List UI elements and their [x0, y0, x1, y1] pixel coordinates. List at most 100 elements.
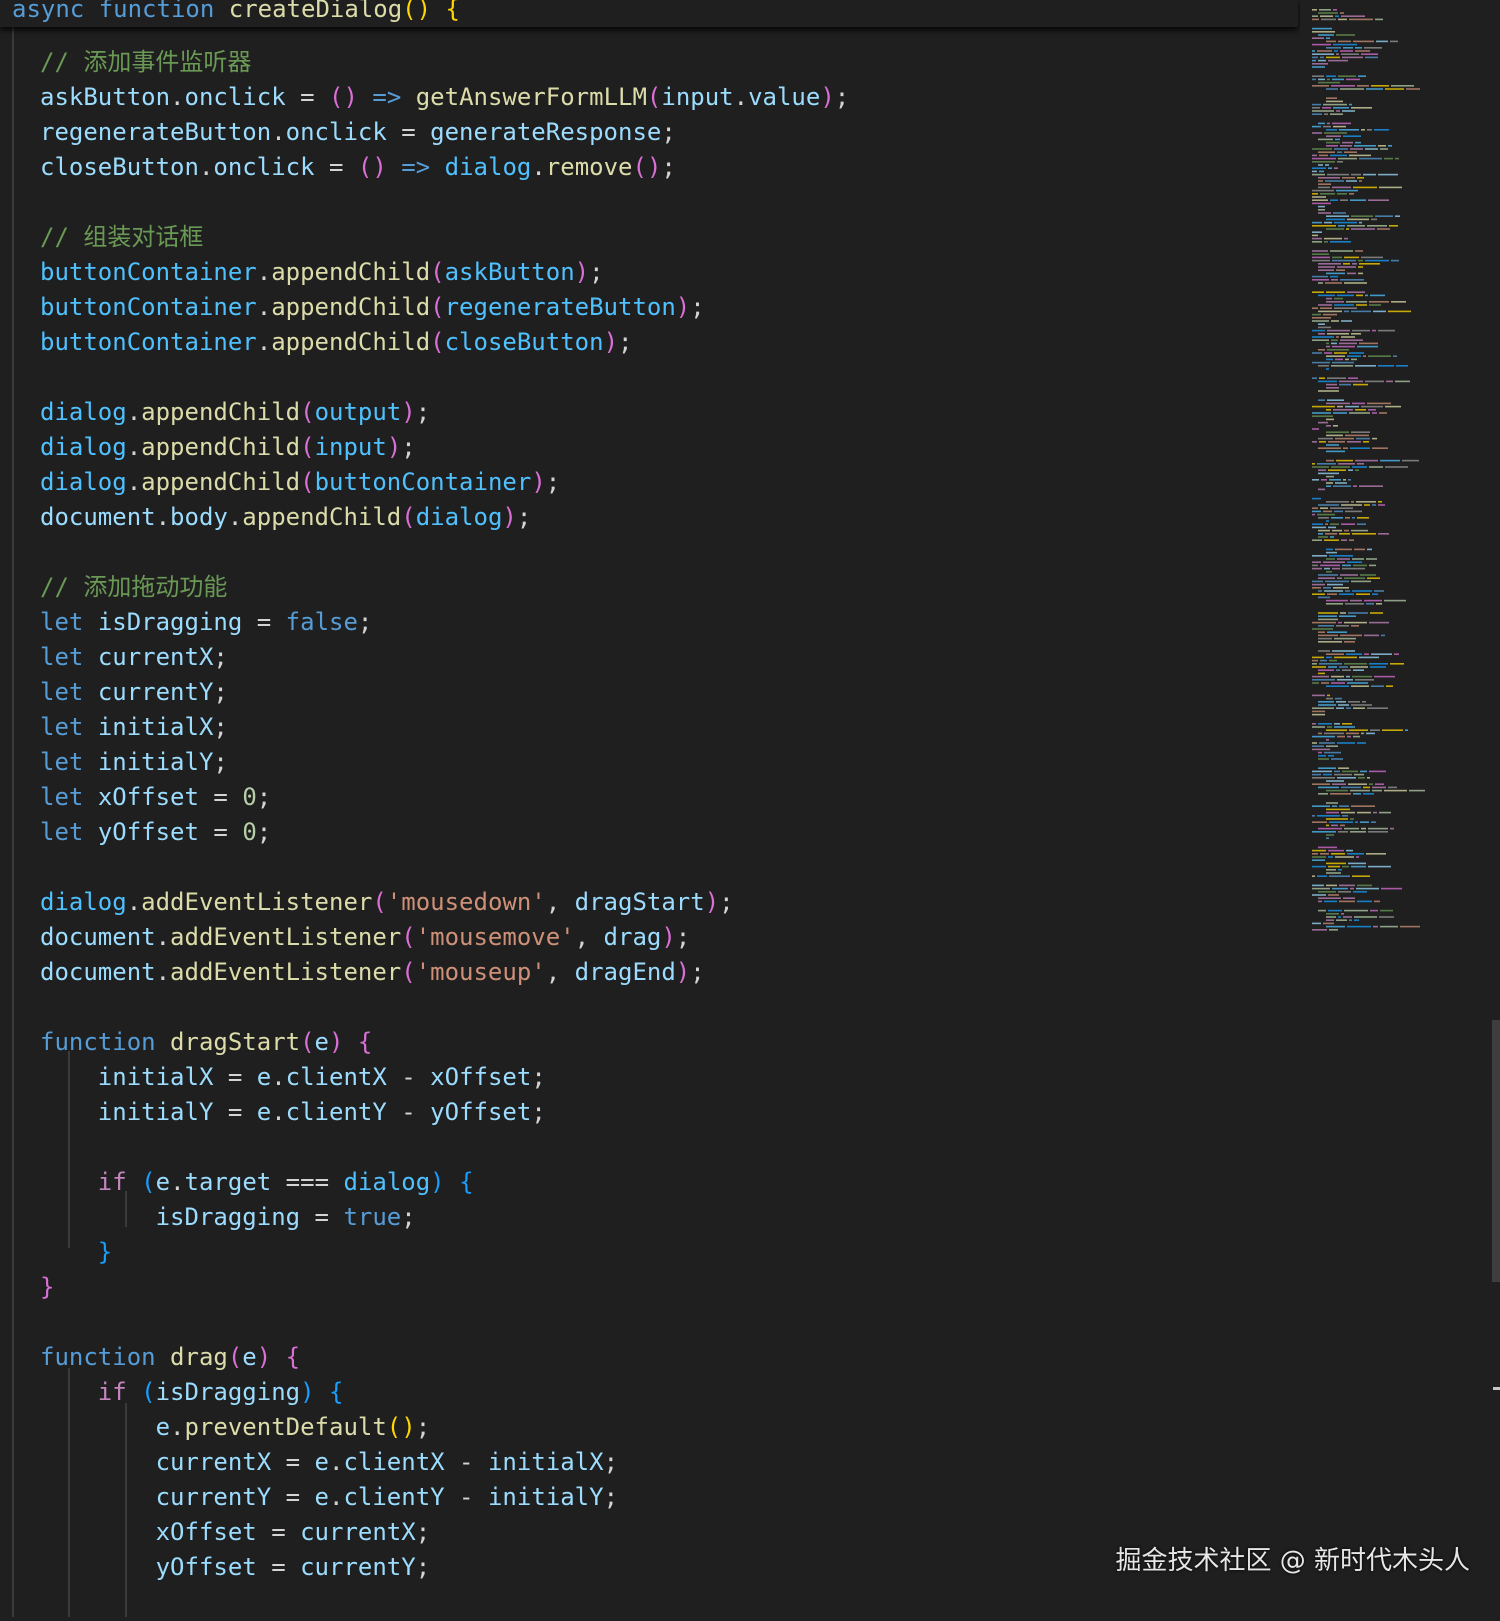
minimap-code-line [1345, 517, 1350, 519]
code-line[interactable]: dialog.appendChild(output); [40, 395, 430, 430]
code-line[interactable]: buttonContainer.appendChild(closeButton)… [40, 325, 632, 360]
code-line[interactable]: e.preventDefault(); [40, 1410, 431, 1445]
code-line[interactable]: } [40, 1270, 54, 1305]
minimap-code-line [1405, 729, 1408, 731]
vertical-scrollbar[interactable] [1492, 1020, 1500, 1282]
code-line[interactable]: closeButton.onclick = () => dialog.remov… [40, 150, 676, 185]
code-token: ; [661, 153, 676, 181]
code-editor[interactable]: async function createDialog() { // 添加事件监… [0, 0, 1300, 1617]
minimap-code-line [1312, 361, 1330, 364]
minimap-code-line [1318, 596, 1330, 599]
minimap-code-line [1335, 138, 1340, 141]
code-line[interactable]: if (isDragging) { [40, 1375, 344, 1410]
code-line[interactable]: isDragging = true; [40, 1200, 416, 1235]
code-token: appendChild [141, 398, 301, 426]
code-line[interactable]: let initialX; [40, 710, 228, 745]
minimap-code-line [1318, 590, 1322, 592]
minimap-code-line [1349, 539, 1354, 541]
code-line[interactable]: } [40, 1235, 112, 1270]
minimap-code-line [1338, 463, 1355, 465]
minimap-code-line [1368, 831, 1388, 833]
code-line[interactable]: currentY = e.clientY - initialY; [40, 1480, 618, 1515]
code-line[interactable]: document.addEventListener('mouseup', dra… [40, 955, 705, 990]
code-line[interactable]: dialog.appendChild(buttonContainer); [40, 465, 560, 500]
minimap-code-line [1323, 773, 1332, 776]
code-line[interactable]: if (e.target === dialog) { [40, 1165, 474, 1200]
code-line[interactable]: initialX = e.clientX - xOffset; [40, 1060, 546, 1095]
code-line[interactable]: let initialY; [40, 745, 228, 780]
code-line[interactable]: dialog.addEventListener('mousedown', dra… [40, 885, 734, 920]
minimap-code-line [1353, 891, 1367, 893]
code-line[interactable]: let currentX; [40, 640, 228, 675]
code-line[interactable]: function drag(e) { [40, 1340, 300, 1375]
code-token: input [314, 433, 387, 461]
minimap-code-line [1312, 441, 1317, 443]
minimap-code-line [1312, 317, 1331, 319]
code-line[interactable]: document.body.appendChild(dialog); [40, 500, 531, 535]
code-token: . [170, 1413, 185, 1441]
code-line[interactable]: regenerateButton.onclick = generateRespo… [40, 115, 676, 150]
code-token: clientX [285, 1063, 387, 1091]
minimap-code-line [1334, 770, 1340, 773]
code-token: dragStart [170, 1028, 301, 1056]
code-token: ( [401, 923, 416, 951]
minimap-code-line [1312, 320, 1329, 322]
code-line[interactable]: dialog.appendChild(input); [40, 430, 416, 465]
minimap-code-line [1334, 637, 1356, 640]
sticky-scroll-header[interactable]: async function createDialog() { [0, 0, 1298, 27]
code-line[interactable]: function dragStart(e) { [40, 1025, 372, 1060]
minimap-code-line [1368, 827, 1388, 830]
code-line[interactable]: let currentY; [40, 675, 228, 710]
code-line[interactable]: // 添加事件监听器 [40, 45, 251, 80]
code-token: . [170, 1168, 185, 1196]
minimap-code-line [1339, 666, 1348, 668]
minimap-code-line [1333, 125, 1346, 128]
code-line[interactable]: // 添加拖动功能 [40, 570, 227, 605]
minimap-code-line [1334, 726, 1355, 728]
minimap-code-line [1340, 199, 1348, 201]
minimap-code-line [1334, 50, 1338, 52]
code-token: currentX [97, 643, 214, 671]
code-line[interactable]: initialY = e.clientY - yOffset; [40, 1095, 546, 1130]
code-line[interactable]: buttonContainer.appendChild(askButton); [40, 255, 604, 290]
minimap[interactable] [1300, 0, 1500, 1617]
minimap-code-line [1379, 916, 1394, 918]
code-line[interactable]: let yOffset = 0; [40, 815, 271, 850]
code-line[interactable]: currentX = e.clientX - initialX; [40, 1445, 618, 1480]
minimap-code-line [1327, 173, 1349, 176]
minimap-code-line [1346, 732, 1359, 735]
code-line[interactable]: document.addEventListener('mousemove', d… [40, 920, 690, 955]
minimap-code-line [1366, 732, 1375, 735]
sticky-function-signature[interactable]: async function createDialog() { [12, 0, 460, 27]
minimap-code-line [1331, 339, 1338, 341]
minimap-code-line [1326, 745, 1338, 747]
minimap-code-line [1364, 504, 1370, 506]
minimap-code-line [1357, 884, 1372, 887]
code-token: regenerateButton [444, 293, 676, 321]
minimap-code-line [1340, 50, 1353, 52]
code-line[interactable]: yOffset = currentY; [40, 1550, 431, 1585]
minimap-code-line [1343, 47, 1353, 49]
code-token: askButton [40, 83, 171, 111]
minimap-code-line [1391, 301, 1406, 303]
code-line[interactable]: let isDragging = false; [40, 605, 372, 640]
minimap-code-line [1378, 173, 1398, 176]
minimap-code-line [1326, 475, 1334, 478]
minimap-code-line [1342, 141, 1353, 144]
code-token: xOffset [155, 1518, 257, 1546]
code-line[interactable]: askButton.onclick = () => getAnswerFormL… [40, 80, 849, 115]
minimap-code-line [1361, 827, 1366, 830]
code-line[interactable]: // 组装对话框 [40, 220, 203, 255]
minimap-code-line [1319, 154, 1328, 157]
minimap-code-line [1367, 577, 1380, 579]
code-line[interactable]: buttonContainer.appendChild(regenerateBu… [40, 290, 705, 325]
code-token: yOffset [430, 1098, 532, 1126]
code-line[interactable]: let xOffset = 0; [40, 780, 271, 815]
code-token: closeButton [40, 153, 199, 181]
code-line[interactable]: xOffset = currentX; [40, 1515, 431, 1550]
code-token: ; [401, 1203, 416, 1231]
minimap-code-line [1326, 811, 1339, 814]
